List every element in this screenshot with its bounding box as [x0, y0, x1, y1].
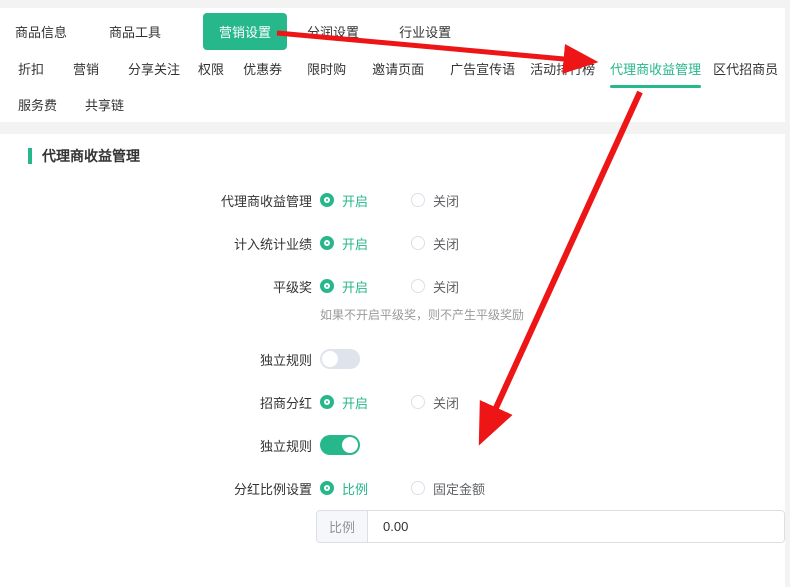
section-title: 代理商收益管理 — [42, 146, 140, 166]
radio-ratio[interactable]: 比例 — [320, 479, 368, 498]
field-label: 分红比例设置 — [0, 479, 312, 498]
form-row-count-performance: 计入统计业绩 开启 关闭 — [0, 229, 785, 257]
radio-label: 开启 — [342, 234, 368, 253]
radio-count-performance-on[interactable]: 开启 — [320, 234, 368, 253]
field-label: 招商分红 — [0, 393, 312, 412]
ratio-input[interactable] — [368, 511, 784, 542]
subtab-marketing[interactable]: 营销 — [73, 59, 99, 80]
tab-product-tools[interactable]: 商品工具 — [109, 22, 161, 41]
radio-label: 开启 — [342, 191, 368, 210]
content-panel: 代理商收益管理 代理商收益管理 开启 关闭 计入统计业绩 — [0, 134, 785, 587]
radio-peer-award-off[interactable]: 关闭 — [411, 277, 459, 296]
form-row-dividend-ratio: 分红比例设置 比例 固定金额 — [0, 474, 785, 502]
radio-dot-icon — [411, 193, 425, 207]
radio-label: 关闭 — [433, 191, 459, 210]
subtab-shared-chain[interactable]: 共享链 — [85, 95, 124, 114]
radio-dot-icon — [320, 481, 334, 495]
subtab-agent-income-management[interactable]: 代理商收益管理 — [610, 59, 701, 80]
radio-label: 关闭 — [433, 234, 459, 253]
radio-recruit-dividend-off[interactable]: 关闭 — [411, 393, 459, 412]
ratio-input-group: 比例 — [316, 510, 785, 543]
radio-label: 关闭 — [433, 393, 459, 412]
tertiary-tab-bar: 服务费 共享链 — [0, 88, 785, 120]
radio-agent-income-on[interactable]: 开启 — [320, 191, 368, 210]
radio-recruit-dividend-on[interactable]: 开启 — [320, 393, 368, 412]
field-label: 计入统计业绩 — [0, 234, 312, 253]
radio-dot-icon — [320, 279, 334, 293]
peer-award-hint: 如果不开启平级奖，则不产生平级奖励 — [320, 306, 524, 323]
radio-fixed-amount[interactable]: 固定金额 — [411, 479, 485, 498]
subtab-district-agent-recruiter[interactable]: 区代招商员 — [713, 59, 778, 80]
subtab-share-follow[interactable]: 分享关注 — [128, 59, 180, 80]
radio-dot-icon — [320, 236, 334, 250]
radio-agent-income-off[interactable]: 关闭 — [411, 191, 459, 210]
subtab-flash-sale[interactable]: 限时购 — [307, 59, 346, 80]
radio-dot-icon — [411, 236, 425, 250]
independent-rule-toggle-on[interactable] — [320, 435, 360, 455]
field-label: 独立规则 — [0, 350, 312, 369]
tab-product-info[interactable]: 商品信息 — [15, 22, 67, 41]
section-accent-bar — [28, 148, 32, 164]
tab-industry-settings[interactable]: 行业设置 — [399, 22, 451, 41]
tab-profit-settings[interactable]: 分润设置 — [307, 22, 359, 41]
independent-rule-toggle-off[interactable] — [320, 349, 360, 369]
subtab-activity-ranking[interactable]: 活动排行榜 — [530, 59, 595, 80]
ratio-input-prepend-label: 比例 — [317, 511, 368, 542]
form-row-agent-income: 代理商收益管理 开启 关闭 — [0, 186, 785, 214]
form-row-independent-rule-2: 独立规则 — [0, 431, 785, 459]
radio-dot-icon — [320, 193, 334, 207]
section-header: 代理商收益管理 — [28, 146, 785, 166]
peer-award-hint-row: 如果不开启平级奖，则不产生平级奖励 — [0, 306, 785, 323]
subtab-invite-page[interactable]: 邀请页面 — [372, 59, 424, 80]
radio-label: 比例 — [342, 479, 368, 498]
radio-dot-icon — [411, 395, 425, 409]
agent-income-form: 代理商收益管理 开启 关闭 计入统计业绩 开启 — [0, 186, 785, 543]
radio-count-performance-off[interactable]: 关闭 — [411, 234, 459, 253]
field-label: 平级奖 — [0, 277, 312, 296]
secondary-tab-bar: 折扣 营销 分享关注 权限 优惠券 限时购 邀请页面 广告宣传语 活动排行榜 代… — [0, 54, 785, 84]
subtab-coupon[interactable]: 优惠券 — [243, 59, 282, 80]
subtab-discount[interactable]: 折扣 — [18, 59, 44, 80]
subtab-ad-slogan[interactable]: 广告宣传语 — [450, 59, 515, 80]
subtab-service-fee[interactable]: 服务费 — [18, 95, 57, 114]
field-label: 代理商收益管理 — [0, 191, 312, 210]
ratio-input-row: 比例 — [316, 510, 785, 543]
radio-dot-icon — [320, 395, 334, 409]
subtab-permission[interactable]: 权限 — [198, 59, 224, 80]
tabs-panel: 商品信息 商品工具 营销设置 分润设置 行业设置 折扣 营销 分享关注 权限 优… — [0, 8, 785, 122]
radio-peer-award-on[interactable]: 开启 — [320, 277, 368, 296]
field-label: 独立规则 — [0, 436, 312, 455]
radio-label: 开启 — [342, 393, 368, 412]
radio-dot-icon — [411, 279, 425, 293]
form-row-recruit-dividend: 招商分红 开启 关闭 — [0, 388, 785, 416]
form-row-peer-award: 平级奖 开启 关闭 — [0, 272, 785, 300]
radio-dot-icon — [411, 481, 425, 495]
form-row-independent-rule-1: 独立规则 — [0, 345, 785, 373]
radio-label: 开启 — [342, 277, 368, 296]
tab-marketing-settings[interactable]: 营销设置 — [203, 13, 287, 50]
radio-label: 关闭 — [433, 277, 459, 296]
radio-label: 固定金额 — [433, 479, 485, 498]
primary-tab-bar: 商品信息 商品工具 营销设置 分润设置 行业设置 — [0, 8, 785, 52]
